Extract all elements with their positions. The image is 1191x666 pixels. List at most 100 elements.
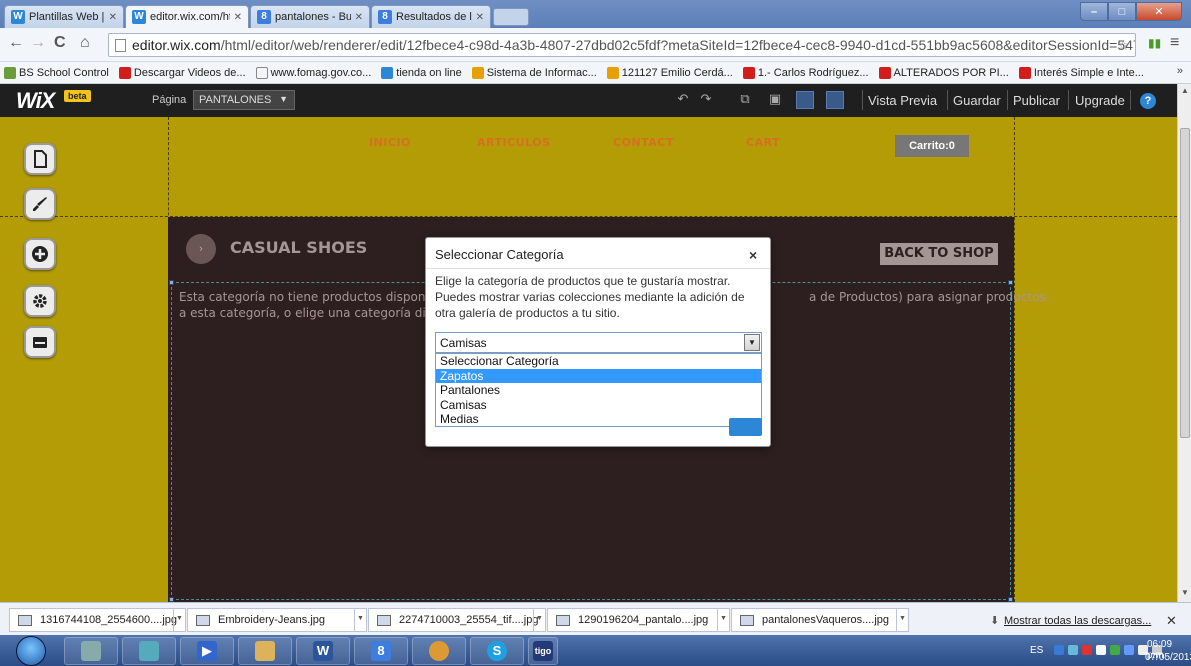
chrome-app[interactable] [412, 637, 466, 665]
address-bar[interactable]: editor.wix.com/html/editor/web/renderer/… [108, 33, 1136, 57]
minimize-button[interactable]: – [1080, 2, 1108, 21]
vertical-scrollbar[interactable]: ▲ ▼ [1177, 84, 1191, 602]
design-button[interactable] [24, 188, 56, 220]
settings-button[interactable] [24, 285, 56, 317]
download-item[interactable]: 1316744108_2554600....jpg ▼ [9, 608, 186, 632]
resize-handle[interactable] [1008, 280, 1013, 285]
bookmark-item[interactable]: tienda on line [381, 66, 462, 79]
close-icon[interactable]: ✕ [476, 12, 484, 23]
tray-icon[interactable] [1054, 645, 1064, 655]
download-item[interactable]: Embroidery-Jeans.jpg ▼ [187, 608, 367, 632]
download-item[interactable]: pantalonesVaqueros....jpg ▼ [731, 608, 909, 632]
rulers-icon[interactable] [826, 91, 844, 109]
option-camisas[interactable]: Camisas [436, 398, 761, 413]
chevron-down-icon[interactable]: ▼ [173, 609, 185, 631]
undo-icon[interactable]: ↶ [674, 91, 692, 109]
redo-icon[interactable]: ↷ [697, 91, 715, 109]
new-tab-button[interactable] [493, 8, 529, 26]
close-icon[interactable]: ✕ [1166, 613, 1177, 629]
download-item[interactable]: 1290196204_pantalo....jpg ▼ [547, 608, 730, 632]
flag-icon[interactable] [1096, 645, 1106, 655]
start-button[interactable] [16, 636, 46, 666]
show-all-downloads-link[interactable]: Mostrar todas las descargas... [1004, 615, 1151, 627]
tray-icon[interactable] [1068, 645, 1078, 655]
site-nav-articulos[interactable]: ARTICULOS [477, 136, 550, 149]
skype-app[interactable]: S [470, 637, 524, 665]
help-icon[interactable]: ? [1140, 93, 1156, 109]
clock-date[interactable]: 07/05/2013 [1145, 652, 1191, 663]
site-nav-inicio[interactable]: INICIO [369, 136, 411, 149]
bookmark-item[interactable]: Interés Simple e Inte... [1018, 66, 1144, 79]
arrow-circle-icon[interactable]: › [186, 234, 216, 264]
option-pantalones[interactable]: Pantalones [436, 383, 761, 398]
tab-plantillas-web[interactable]: W Plantillas Web | Templates ✕ [4, 5, 124, 28]
bookmark-item[interactable]: 1.- Carlos Rodríguez... [742, 66, 869, 79]
bookmark-item[interactable]: Sistema de Informac... [471, 66, 597, 79]
chevron-down-icon[interactable]: ▼ [896, 609, 908, 631]
app-market-button[interactable] [24, 326, 56, 358]
bookmark-item[interactable]: ALTERADOS POR PI... [878, 66, 1009, 79]
chevron-down-icon[interactable]: ▼ [717, 609, 729, 631]
close-icon[interactable]: ✕ [109, 12, 117, 23]
google-app[interactable]: 8 [354, 637, 408, 665]
tray-icon[interactable] [1124, 645, 1134, 655]
signal-bars-icon[interactable]: ▮▮ [1148, 36, 1161, 50]
save-button[interactable]: Guardar [953, 93, 1001, 108]
reload-icon[interactable]: C [54, 34, 66, 52]
explorer-app[interactable] [238, 637, 292, 665]
calculator-app[interactable] [64, 637, 118, 665]
site-nav-cart[interactable]: CART [746, 136, 780, 149]
media-player-app[interactable]: ▶ [180, 637, 234, 665]
tab-wix-editor[interactable]: W editor.wix.com/html/edito ✕ [125, 5, 249, 28]
add-button[interactable] [24, 238, 56, 270]
messenger-app[interactable] [122, 637, 176, 665]
home-icon[interactable]: ⌂ [80, 34, 90, 52]
page-select[interactable]: PANTALONES ▼ [193, 90, 295, 110]
copy-icon[interactable]: ⧉ [736, 91, 754, 109]
bookmark-star-icon[interactable]: ☆ [1117, 37, 1130, 54]
cart-button[interactable]: Carrito:0 [895, 135, 969, 157]
chevron-down-icon[interactable]: ▼ [744, 334, 760, 351]
chevron-down-icon[interactable]: ▼ [354, 609, 366, 631]
bookmark-item[interactable]: 121127 Emilio Cerdá... [606, 66, 733, 79]
scrollbar-thumb[interactable] [1180, 128, 1190, 438]
close-icon[interactable]: ✕ [234, 12, 242, 23]
pages-button[interactable] [24, 143, 56, 175]
publish-button[interactable]: Publicar [1013, 93, 1060, 108]
site-nav-contact[interactable]: CONTACT [613, 136, 674, 149]
category-select[interactable]: Camisas ▼ [435, 332, 762, 353]
wix-editor-bar: WiX beta Página PANTALONES ▼ ↶ ↷ ⧉ ▣ Vis… [0, 84, 1177, 117]
tigo-app[interactable]: tigo [528, 637, 558, 665]
window-close-button[interactable]: ✕ [1136, 2, 1182, 21]
scroll-up-icon[interactable]: ▲ [1181, 86, 1189, 95]
download-item[interactable]: 2274710003_25554_tif....jpg ▼ [368, 608, 546, 632]
bookmark-item[interactable]: Descargar Videos de... [118, 66, 246, 79]
tab-google-search[interactable]: 8 pantalones - Buscar con G ✕ [250, 5, 370, 28]
word-app[interactable]: W [296, 637, 350, 665]
confirm-button[interactable] [729, 418, 762, 436]
tray-icon[interactable] [1082, 645, 1092, 655]
option-medias[interactable]: Medias [436, 412, 761, 427]
maximize-button[interactable]: □ [1108, 2, 1136, 21]
language-indicator[interactable]: ES [1030, 645, 1043, 656]
chevron-down-icon[interactable]: ▼ [533, 609, 545, 631]
option-zapatos[interactable]: Zapatos [436, 368, 761, 383]
bookmark-item[interactable]: www.fomag.gov.co... [255, 66, 371, 79]
upgrade-button[interactable]: Upgrade [1075, 93, 1125, 108]
menu-icon[interactable]: ≡ [1170, 34, 1179, 52]
grid-icon[interactable] [796, 91, 814, 109]
paste-icon[interactable]: ▣ [766, 91, 784, 109]
back-to-shop-button[interactable]: BACK TO SHOP [880, 243, 998, 265]
forward-arrow-icon[interactable]: → [30, 34, 46, 52]
resize-handle[interactable] [169, 280, 174, 285]
back-arrow-icon[interactable]: ← [8, 34, 24, 52]
tray-icon[interactable] [1110, 645, 1120, 655]
tab-resultados[interactable]: 8 Resultados de la Búsqued ✕ [371, 5, 491, 28]
option-seleccionar-categoria[interactable]: Seleccionar Categoría [436, 354, 761, 369]
close-icon[interactable]: ✕ [355, 12, 363, 23]
preview-button[interactable]: Vista Previa [868, 93, 937, 108]
close-icon[interactable]: × [749, 247, 757, 263]
bookmark-item[interactable]: BS School Control [4, 66, 109, 79]
scroll-down-icon[interactable]: ▼ [1181, 588, 1189, 597]
bookmarks-more[interactable]: » [1177, 65, 1183, 77]
